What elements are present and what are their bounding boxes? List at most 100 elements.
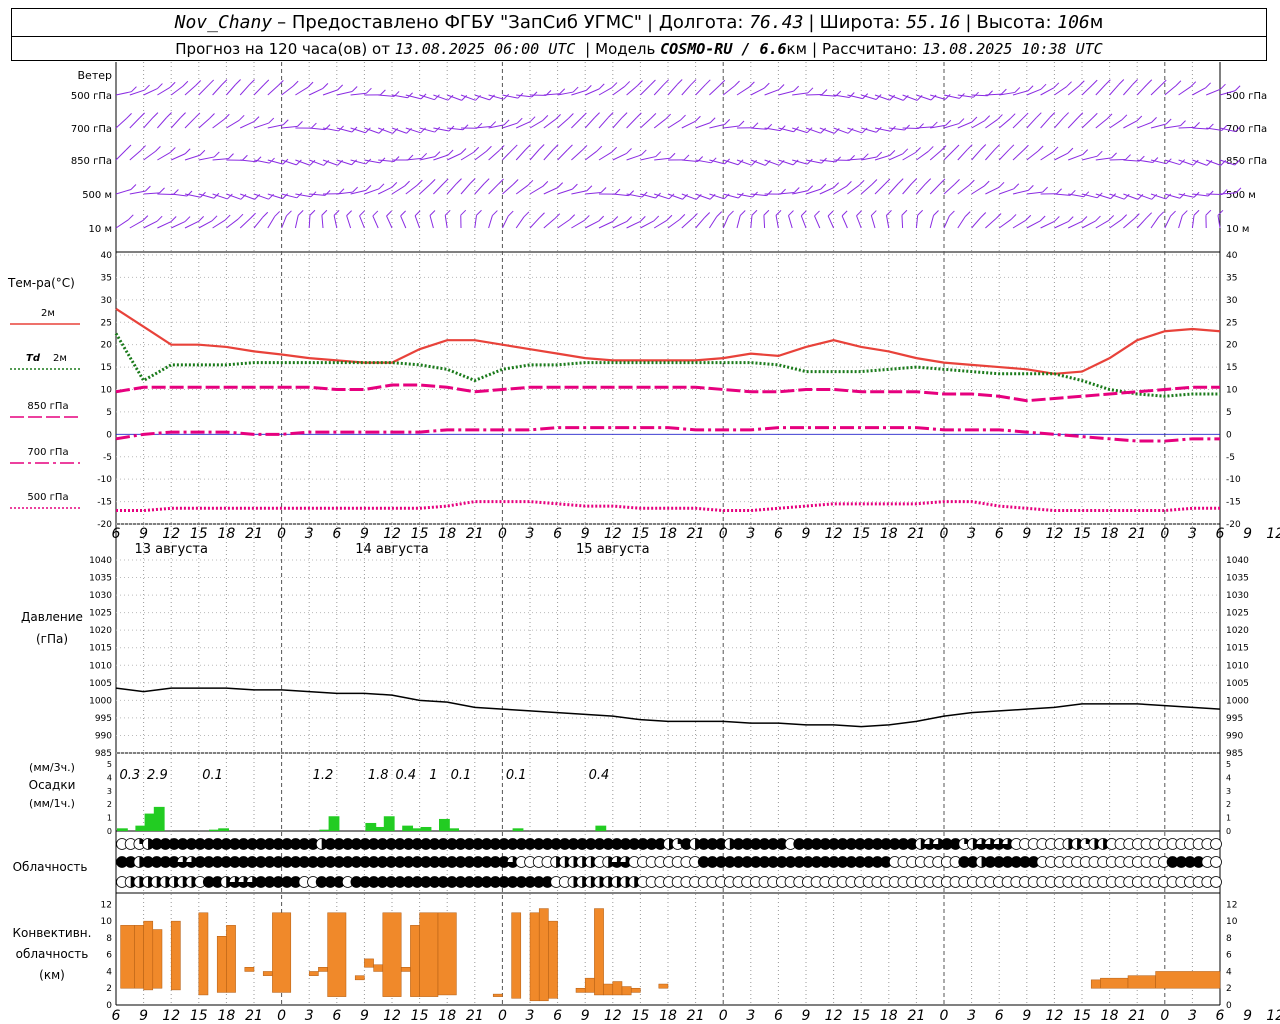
wind-barb-flag (1175, 80, 1182, 87)
precip-bar (153, 806, 165, 831)
conv-tick-label: 8 (106, 934, 112, 944)
wind-barb-flag (704, 212, 711, 218)
wind-barb (281, 159, 297, 166)
wind-barb-flag (180, 112, 186, 118)
precip-tick-label-right: 0 (1226, 827, 1231, 836)
wind-barb-flag (538, 144, 545, 150)
wind-barb-flag (1077, 112, 1084, 119)
precip-tick-label-right: 1 (1226, 814, 1231, 823)
wind-barb (198, 84, 210, 96)
wind-barb (929, 150, 942, 161)
temp-tick-label: 15 (101, 363, 112, 373)
wind-barb (856, 215, 862, 229)
wind-barb-flag (292, 80, 299, 87)
conv-bar (1155, 971, 1221, 989)
wind-barb-flag (567, 144, 573, 151)
wind-barb-flag (1052, 146, 1059, 153)
wind-barb (515, 149, 526, 161)
wind-barb (985, 218, 997, 229)
wind-barb (626, 117, 637, 129)
precip-3h-label: 1.8 (368, 768, 389, 783)
wind-barb (916, 126, 933, 129)
precip-tick-label: 0 (107, 827, 112, 836)
wind-barb (943, 149, 955, 161)
wind-barb-flag (337, 84, 344, 91)
wind-barb-flag (763, 82, 770, 89)
x-tick-label-bottom: 15 (1073, 1008, 1091, 1024)
wind-barb-flag (862, 153, 869, 160)
wind-barb (212, 118, 225, 129)
wind-barb (1040, 87, 1055, 96)
x-tick-label-bottom: 9 (802, 1008, 811, 1024)
wind-barb-flag (400, 210, 406, 217)
wind-barb-flag (321, 209, 328, 216)
x-tick-label-bottom: 3 (746, 1008, 755, 1024)
legend-label-3: 700 гПа (27, 447, 68, 458)
wind-barb (253, 216, 264, 229)
wind-barb (999, 188, 1014, 195)
conv-title-1: Конвективн. (13, 926, 92, 940)
wind-barb (502, 149, 513, 161)
wind-barb-flag (1108, 215, 1115, 221)
x-tick-label: 0 (498, 526, 507, 542)
wind-barb-flag (572, 183, 578, 190)
wind-barb-flag (237, 213, 244, 220)
precip-bar (328, 816, 340, 831)
precip-bar (135, 825, 147, 831)
wind-barb-flag (692, 213, 698, 219)
wind-barb (129, 220, 144, 229)
wind-barb (253, 84, 265, 96)
wind-barb (1081, 84, 1093, 96)
wind-barb (346, 215, 352, 229)
conv-bar (529, 912, 540, 1002)
wind-barb-flag (583, 215, 590, 221)
wind-barb (888, 94, 904, 101)
wind-barb-flag (640, 149, 647, 156)
wind-barb-flag (964, 211, 971, 217)
conv-bar (630, 987, 641, 993)
wind-barb-flag (902, 148, 909, 155)
wind-barb-flag (286, 210, 292, 217)
wind-barb-flag (166, 112, 172, 118)
wind-barb-flag (198, 215, 205, 222)
wind-barb (750, 193, 767, 197)
wind-barb (143, 117, 154, 129)
wind-barb-flag (421, 152, 428, 159)
wind-barb (516, 94, 533, 98)
wind-barb (1026, 191, 1043, 195)
wind-barb (1178, 126, 1195, 129)
wind-barb (1095, 118, 1108, 129)
wind-barb (253, 122, 269, 129)
wind-barb-flag (793, 85, 800, 92)
wind-barb (998, 149, 1010, 161)
wind-barb-flag (998, 181, 1005, 188)
wind-barb (736, 215, 741, 229)
temp-tick-label-right: 20 (1226, 341, 1238, 351)
wind-barb-flag (263, 79, 270, 86)
wind-barb-flag (858, 179, 865, 186)
wind-barb (902, 127, 919, 130)
x-tick-label: 15 (852, 526, 870, 542)
wind-barb (295, 86, 309, 96)
conv-bar (120, 925, 135, 989)
x-tick-label: 21 (687, 526, 705, 542)
wind-barb-flag (194, 112, 201, 119)
conv-bar (216, 935, 227, 993)
wind-level-label: 850 гПа (71, 156, 112, 167)
precip-3h-label: 2.9 (147, 768, 168, 783)
wind-barb-flag (173, 189, 179, 195)
wind-barb-flag (655, 151, 662, 157)
x-tick-label: 6 (332, 526, 341, 542)
wind-barb (1054, 193, 1071, 196)
wind-barb (212, 219, 226, 229)
wind-barb (775, 215, 779, 229)
wind-barb (129, 190, 146, 195)
wind-barb-flag (184, 216, 191, 222)
wind-barb (414, 215, 421, 229)
wind-barb-flag (666, 214, 673, 221)
wind-barb-flag (169, 147, 176, 153)
cloud-symbol (1210, 838, 1222, 850)
wind-barb (1192, 127, 1209, 130)
wind-barb (1123, 84, 1133, 96)
x-tick-label-bottom: 12 (825, 1008, 843, 1024)
